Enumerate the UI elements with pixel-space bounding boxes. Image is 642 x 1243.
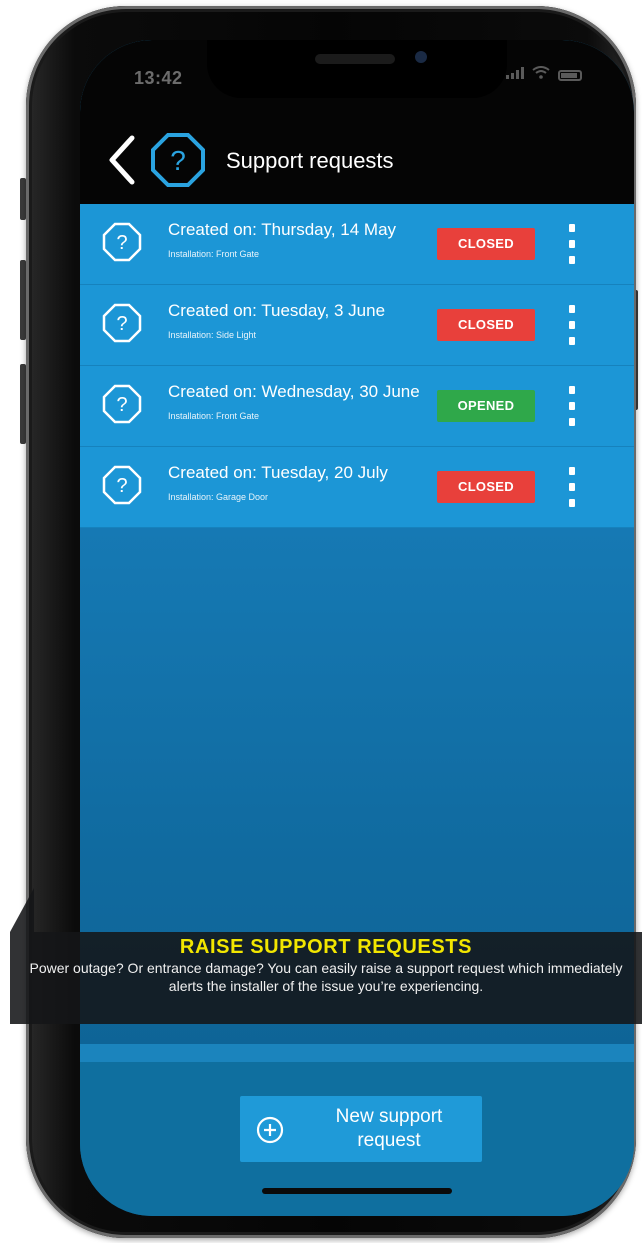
status-badge: CLOSED <box>437 471 535 503</box>
kebab-menu-icon[interactable] <box>564 305 580 345</box>
front-camera <box>415 51 427 63</box>
new-support-request-label: New support request <box>335 1106 443 1151</box>
kebab-menu-icon[interactable] <box>564 386 580 426</box>
phone-frame: 13:42 ? Support requests ? Created on: T… <box>26 6 636 1238</box>
question-octagon-icon: ? <box>102 222 142 262</box>
bottom-bar: New support request <box>80 1044 634 1216</box>
svg-text:?: ? <box>170 145 186 176</box>
support-request-list: ? Created on: Thursday, 14 May Installat… <box>80 204 634 528</box>
caption-title: RAISE SUPPORT REQUESTS <box>179 936 473 958</box>
request-date: Created on: Wednesday, 30 June <box>168 382 420 401</box>
status-icons <box>506 66 582 84</box>
home-indicator[interactable] <box>262 1188 452 1194</box>
notch <box>207 40 507 98</box>
svg-text:?: ? <box>116 313 127 335</box>
svg-text:?: ? <box>116 475 127 497</box>
battery-icon <box>558 69 582 81</box>
question-octagon-icon: ? <box>102 465 142 505</box>
question-octagon-icon: ? <box>150 132 206 188</box>
caption-body: Power outage? Or entrance damage? You ca… <box>29 960 623 994</box>
feature-caption: RAISE SUPPORT REQUESTS Power outage? Or … <box>10 932 642 1024</box>
bottom-divider <box>80 1044 634 1062</box>
question-octagon-icon: ? <box>102 384 142 424</box>
svg-text:?: ? <box>116 232 127 254</box>
status-badge: CLOSED <box>437 228 535 260</box>
request-date: Created on: Thursday, 14 May <box>168 220 397 239</box>
request-installation: Installation: Front Gate <box>168 249 260 259</box>
status-time: 13:42 <box>134 68 183 88</box>
top-bar: 13:42 ? Support requests <box>80 40 634 208</box>
app-header: ? Support requests <box>80 128 634 208</box>
kebab-menu-icon[interactable] <box>564 224 580 264</box>
kebab-menu-icon[interactable] <box>564 467 580 507</box>
new-support-request-button[interactable]: New support request <box>240 1096 482 1162</box>
request-date: Created on: Tuesday, 3 June <box>168 301 386 320</box>
svg-text:?: ? <box>116 394 127 416</box>
request-row[interactable]: ? Created on: Thursday, 14 May Installat… <box>80 204 634 285</box>
request-row[interactable]: ? Created on: Tuesday, 3 June Installati… <box>80 285 634 366</box>
caption-tab <box>10 888 34 932</box>
status-badge: OPENED <box>437 390 535 422</box>
page-title: Support requests <box>226 148 394 173</box>
wifi-icon <box>532 66 550 84</box>
question-octagon-icon: ? <box>102 303 142 343</box>
app-screen: 13:42 ? Support requests ? Created on: T… <box>80 40 634 1216</box>
request-date: Created on: Tuesday, 20 July <box>168 463 388 482</box>
request-installation: Installation: Side Light <box>168 330 257 340</box>
request-installation: Installation: Front Gate <box>168 411 260 421</box>
signal-icon <box>506 66 524 84</box>
chevron-left-icon <box>109 135 135 185</box>
request-installation: Installation: Garage Door <box>168 492 269 502</box>
request-row[interactable]: ? Created on: Tuesday, 20 July Installat… <box>80 447 634 528</box>
request-row[interactable]: ? Created on: Wednesday, 30 June Install… <box>80 366 634 447</box>
back-button[interactable] <box>104 134 140 186</box>
speaker-grille <box>315 54 395 64</box>
status-badge: CLOSED <box>437 309 535 341</box>
plus-circle-icon <box>256 1116 284 1144</box>
